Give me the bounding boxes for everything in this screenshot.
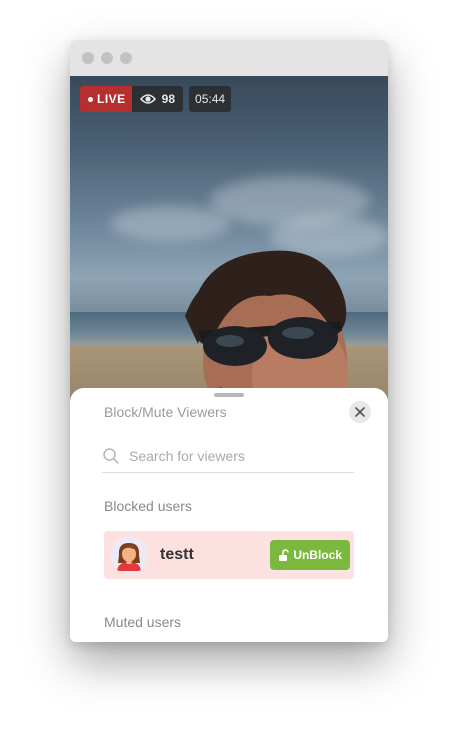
live-viewers-pill: LIVE 98	[80, 86, 184, 112]
close-button[interactable]	[349, 401, 371, 423]
avatar	[110, 536, 148, 574]
blocked-users-heading: Blocked users	[104, 498, 192, 514]
streamer-image	[185, 250, 360, 436]
unlock-icon	[279, 548, 290, 561]
unblock-button[interactable]: UnBlock	[270, 540, 350, 570]
drag-handle[interactable]	[214, 393, 244, 397]
live-dot-icon	[88, 96, 93, 102]
live-label: LIVE	[97, 92, 126, 106]
block-mute-panel: Block/Mute Viewers Blocked users	[70, 388, 388, 642]
browser-window: LIVE 98 05:44 Block/Mute Viewers Search …	[70, 40, 388, 642]
stream-duration: 05:44	[189, 86, 232, 112]
search-icon	[103, 448, 119, 464]
panel-title: Block/Mute Viewers	[104, 404, 227, 420]
window-close-dot[interactable]	[82, 52, 94, 64]
live-video: LIVE 98 05:44	[70, 76, 388, 436]
muted-users-heading: Muted users	[104, 614, 182, 630]
window-titlebar	[70, 40, 388, 76]
viewer-search	[102, 440, 354, 473]
viewer-count-value: 98	[161, 92, 176, 106]
stream-status-bar: LIVE 98 05:44	[80, 86, 232, 112]
eye-icon	[139, 94, 156, 104]
close-icon	[355, 407, 365, 417]
window-minimize-dot[interactable]	[101, 52, 113, 64]
blocked-username: testt	[160, 546, 194, 563]
user-avatar-icon	[117, 543, 141, 571]
viewer-count: 98	[132, 92, 183, 106]
blocked-user-row: testt UnBlock	[104, 531, 354, 579]
live-badge: LIVE	[80, 86, 132, 112]
search-input[interactable]	[129, 448, 339, 464]
window-maximize-dot[interactable]	[120, 52, 132, 64]
unblock-label: UnBlock	[293, 548, 342, 562]
